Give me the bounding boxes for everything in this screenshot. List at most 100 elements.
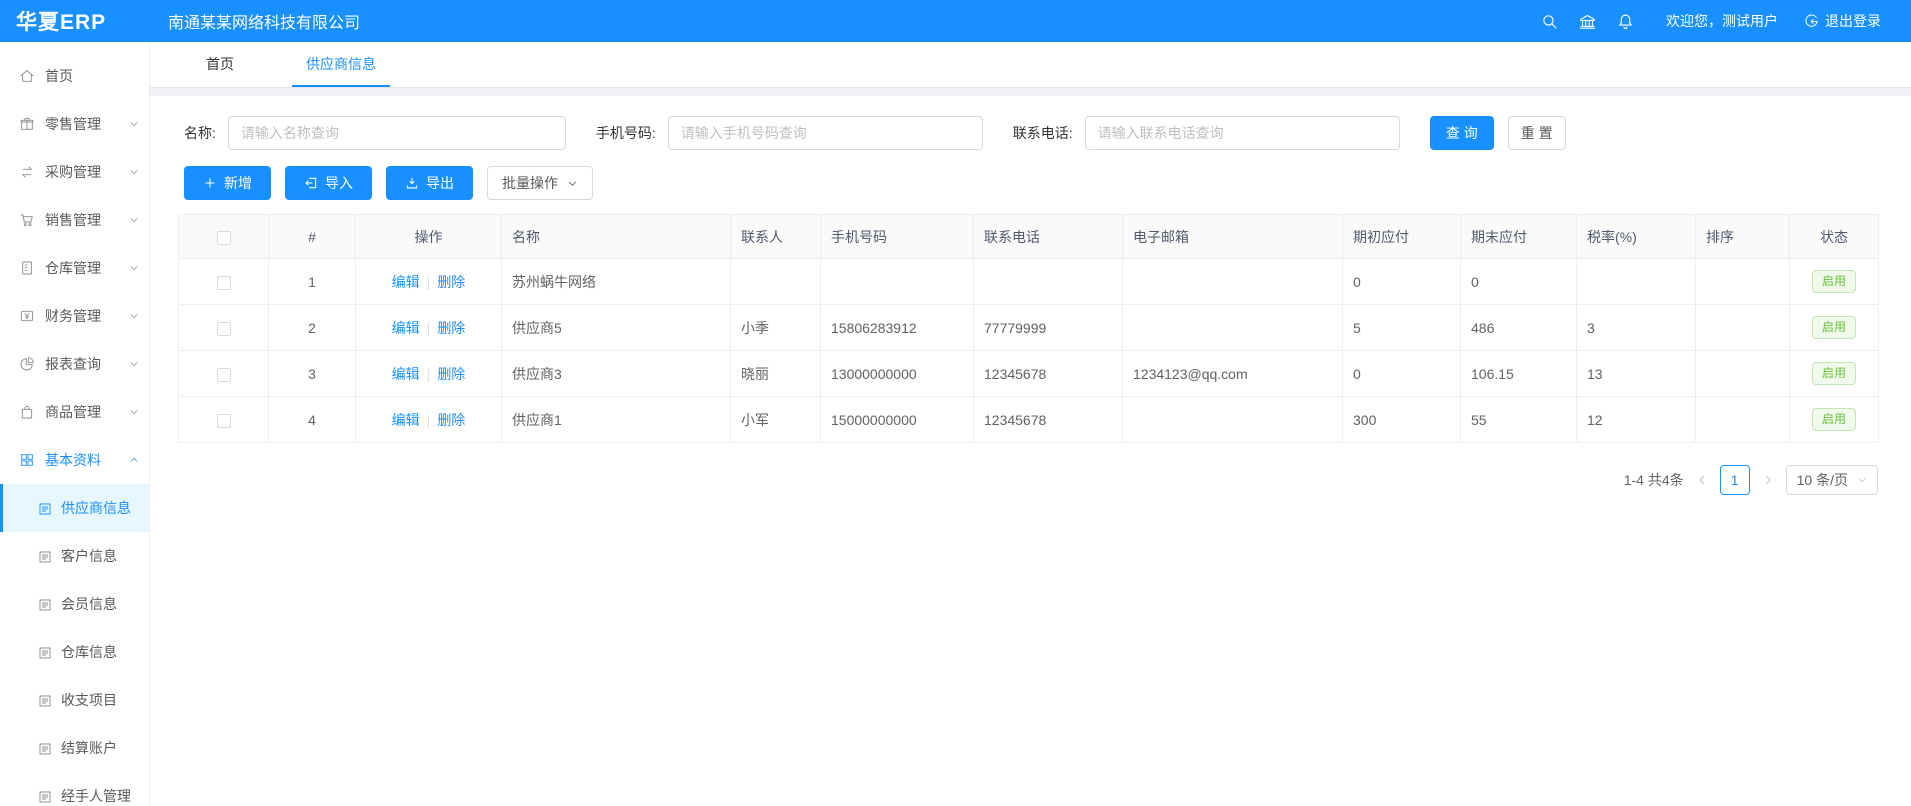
cell-begin-payable: 5 [1343, 305, 1461, 351]
mobile-search-input[interactable] [668, 116, 983, 150]
row-actions: 编辑 | 删除 [356, 397, 502, 443]
delete-link[interactable]: 删除 [437, 366, 465, 382]
export-button[interactable]: 导出 [386, 166, 473, 200]
sidebar-item[interactable]: 会员信息 [0, 580, 149, 628]
status-badge[interactable]: 启用 [1812, 362, 1856, 384]
status-badge[interactable]: 启用 [1812, 316, 1856, 338]
delete-link[interactable]: 删除 [437, 274, 465, 290]
bell-icon[interactable] [1606, 13, 1644, 30]
doc-icon [37, 741, 51, 755]
delete-link[interactable]: 删除 [437, 320, 465, 336]
edit-link[interactable]: 编辑 [392, 366, 420, 382]
chevron-left-icon [1696, 474, 1708, 486]
sidebar-item[interactable]: 客户信息 [0, 532, 149, 580]
tab[interactable]: 供应商信息 [292, 42, 390, 87]
action-divider: | [427, 366, 431, 382]
row-checkbox[interactable] [217, 276, 231, 290]
status-badge[interactable]: 启用 [1812, 408, 1856, 430]
table-row: 3编辑|删除供应商3晓丽13000000000123456781234123@q… [179, 351, 1879, 397]
table-row: 4编辑|删除供应商1小军15000000000123456783005512启用 [179, 397, 1879, 443]
add-button[interactable]: 新增 [184, 166, 271, 200]
cell-contact: 小军 [731, 397, 821, 443]
batch-actions-button[interactable]: 批量操作 [487, 166, 593, 200]
import-button[interactable]: 导入 [285, 166, 372, 200]
action-divider: | [427, 412, 431, 428]
doc-icon [37, 693, 51, 707]
chevron-down-icon [129, 167, 139, 177]
supplier-table: #操作名称联系人手机号码联系电话电子邮箱期初应付期末应付税率(%)排序状态 1编… [178, 214, 1879, 443]
sidebar-item[interactable]: 收支项目 [0, 676, 149, 724]
tab[interactable]: 首页 [192, 42, 248, 87]
search-icon[interactable] [1530, 13, 1568, 30]
add-label: 新增 [224, 173, 252, 193]
home-icon [19, 68, 35, 84]
cell-phone: 12345678 [974, 351, 1123, 397]
welcome-text: 欢迎您，测试用户 [1666, 11, 1778, 31]
platform-icon[interactable] [1568, 13, 1606, 30]
doc-icon [37, 789, 51, 803]
edit-link[interactable]: 编辑 [392, 412, 420, 428]
sidebar-item[interactable]: 首页 [0, 52, 149, 100]
sidebar-item[interactable]: 仓库管理 [0, 244, 149, 292]
sidebar-item[interactable]: 零售管理 [0, 100, 149, 148]
row-checkbox[interactable] [217, 322, 231, 336]
row-index: 3 [269, 351, 356, 397]
column-header: 排序 [1696, 215, 1790, 259]
sidebar-item-label: 商品管理 [45, 402, 101, 422]
column-header: 手机号码 [821, 215, 974, 259]
header-actions: 欢迎您，测试用户 退出登录 [1530, 11, 1911, 31]
sidebar-item[interactable]: 销售管理 [0, 196, 149, 244]
column-header: 联系电话 [974, 215, 1123, 259]
chevron-down-icon [129, 215, 139, 225]
logout-button[interactable]: 退出登录 [1804, 11, 1881, 31]
delete-link[interactable]: 删除 [437, 412, 465, 428]
chevron-down-icon [1857, 475, 1867, 485]
cell-sort [1696, 259, 1790, 305]
sidebar-item[interactable]: 结算账户 [0, 724, 149, 772]
row-checkbox[interactable] [217, 414, 231, 428]
doc-icon [37, 501, 51, 515]
name-search-field: 名称: [184, 116, 566, 150]
sidebar-item[interactable]: 经手人管理 [0, 772, 149, 806]
phone-search-input[interactable] [1085, 116, 1400, 150]
column-header: 名称 [502, 215, 731, 259]
cell-sort [1696, 351, 1790, 397]
edit-link[interactable]: 编辑 [392, 320, 420, 336]
table-body: 1编辑|删除苏州蜗牛网络00启用2编辑|删除供应商5小季158062839127… [179, 259, 1879, 443]
prev-page-button[interactable] [1696, 474, 1708, 486]
name-search-input[interactable] [228, 116, 566, 150]
phone-search-field: 联系电话: [1013, 116, 1400, 150]
sidebar-item[interactable]: 供应商信息 [0, 484, 149, 532]
sidebar-item[interactable]: 仓库信息 [0, 628, 149, 676]
page-size-select[interactable]: 10 条/页 [1786, 465, 1878, 495]
bag-icon [19, 404, 35, 420]
sidebar-item[interactable]: 报表查询 [0, 340, 149, 388]
select-all-checkbox[interactable] [217, 231, 231, 245]
edit-link[interactable]: 编辑 [392, 274, 420, 290]
status-badge[interactable]: 启用 [1812, 270, 1856, 292]
query-button[interactable]: 查 询 [1430, 116, 1494, 150]
sidebar-item[interactable]: 商品管理 [0, 388, 149, 436]
sidebar-item-label: 报表查询 [45, 354, 101, 374]
column-header: 联系人 [731, 215, 821, 259]
plus-icon [203, 176, 217, 190]
row-checkbox[interactable] [217, 368, 231, 382]
action-divider: | [427, 274, 431, 290]
cell-begin-payable: 300 [1343, 397, 1461, 443]
sidebar-item-label: 收支项目 [61, 690, 117, 710]
page-number-button[interactable]: 1 [1720, 465, 1750, 495]
cell-tax-rate [1577, 259, 1696, 305]
mobile-label: 手机号码: [596, 123, 656, 143]
sidebar-item[interactable]: 基本资料 [0, 436, 149, 484]
reset-button[interactable]: 重 置 [1508, 116, 1566, 150]
column-header: # [269, 215, 356, 259]
column-header: 税率(%) [1577, 215, 1696, 259]
sidebar-item[interactable]: 财务管理 [0, 292, 149, 340]
cell-sort [1696, 305, 1790, 351]
cell-contact: 小季 [731, 305, 821, 351]
next-page-button[interactable] [1762, 474, 1774, 486]
sidebar-item-label: 零售管理 [45, 114, 101, 134]
phone-label: 联系电话: [1013, 123, 1073, 143]
row-actions: 编辑|删除 [356, 305, 502, 351]
sidebar-item[interactable]: 采购管理 [0, 148, 149, 196]
